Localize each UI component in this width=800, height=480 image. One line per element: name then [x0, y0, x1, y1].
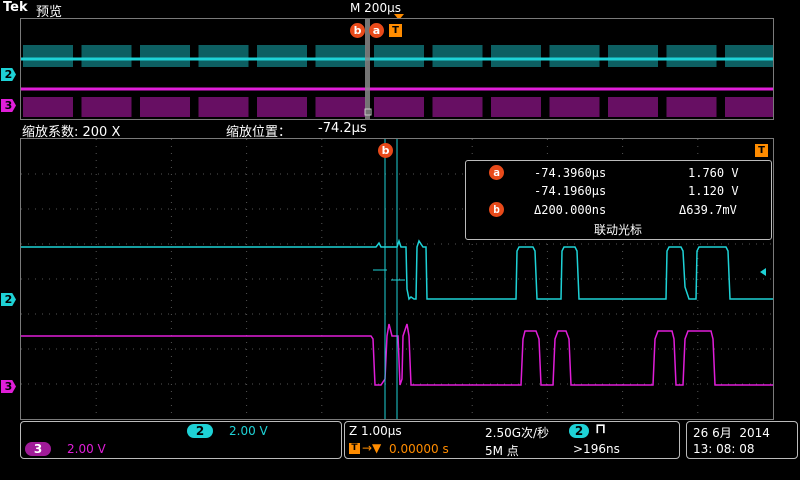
date: 26 6月 2014	[693, 426, 770, 440]
date-time-panel: 26 6月 2014 13: 08: 08	[686, 421, 798, 459]
channel-2-marker-overview[interactable]: 2	[1, 68, 16, 81]
pulse-width-trigger-icon: ⊓	[595, 421, 607, 437]
cursor-a-marker-top[interactable]: a	[369, 23, 384, 38]
channel-3-marker-overview[interactable]: 3	[1, 99, 16, 112]
trigger-position: 0.00000 s	[389, 442, 449, 456]
trigger-arrow-glyph: →▼	[362, 441, 382, 455]
cursor-readout-panel: a -74.3960µs 1.760 V -74.1960µs 1.120 V …	[465, 160, 772, 240]
trigger-channel-badge[interactable]: 2	[569, 424, 589, 438]
acquisition-panel[interactable]: Z 1.00µs T →▼ 0.00000 s 2.50G次/秒 5M 点 2 …	[344, 421, 680, 459]
cursor-b-marker-top[interactable]: b	[350, 23, 365, 38]
channel-scale-panel[interactable]: 2 2.00 V 3 2.00 V	[20, 421, 342, 459]
cursor-b-marker[interactable]: b	[378, 143, 393, 158]
zoom-position-value: -74.2µs	[318, 121, 367, 136]
main-timebase: M 200µs	[350, 1, 401, 15]
cursor-a-readout-icon: a	[489, 165, 504, 180]
channel-2-badge[interactable]: 2	[187, 424, 213, 438]
channel-2-scale: 2.00 V	[229, 424, 268, 438]
channel-3-scale: 2.00 V	[67, 442, 106, 456]
delta-time: Δ200.000ns	[534, 203, 607, 217]
channel-2-marker[interactable]: 2	[1, 293, 16, 306]
cursor-b-voltage: 1.120 V	[688, 184, 739, 198]
channel-3-marker[interactable]: 3	[1, 380, 16, 393]
cursor-a-time: -74.3960µs	[534, 166, 607, 180]
trigger-marker-top[interactable]: T	[389, 24, 402, 37]
zoom-timebase: Z 1.00µs	[349, 424, 402, 438]
trigger-position-marker[interactable]: T	[755, 144, 768, 157]
zoom-info-bar: 缩放系数: 200 X 缩放位置： -74.2µs	[0, 120, 800, 140]
time: 13: 08: 08	[693, 442, 755, 456]
trigger-condition: >196ns	[573, 442, 620, 456]
trigger-level-icon[interactable]	[760, 268, 766, 276]
delta-voltage: Δ639.7mV	[679, 203, 737, 217]
cursor-a-voltage: 1.760 V	[688, 166, 739, 180]
cursor-b-readout-icon: b	[489, 202, 504, 217]
trigger-pos-icon: T	[349, 443, 360, 454]
sample-rate: 2.50G次/秒	[485, 426, 550, 440]
brand-logo: Tek	[3, 0, 28, 15]
cursor-b-time: -74.1960µs	[534, 184, 607, 198]
cursor-mode-label: 联动光标	[594, 223, 643, 237]
record-length: 5M 点	[485, 444, 519, 458]
channel-3-badge[interactable]: 3	[25, 442, 51, 456]
